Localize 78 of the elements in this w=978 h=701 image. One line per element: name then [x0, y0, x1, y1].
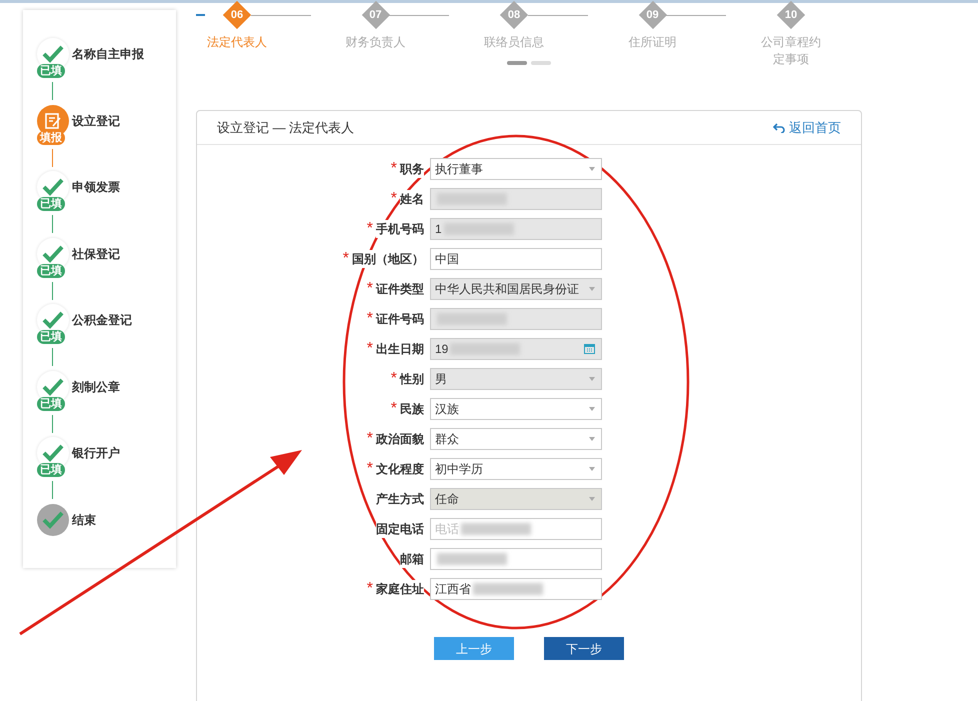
step-label: 法定代表人	[206, 34, 268, 51]
required-mark: *	[390, 189, 397, 209]
step-label: 刻制公章	[72, 378, 120, 396]
required-mark: *	[390, 159, 397, 179]
select-field[interactable]: 群众	[430, 428, 602, 450]
required-mark: *	[366, 459, 373, 479]
step-label: 设立登记	[72, 112, 120, 130]
dropdown-caret-icon	[589, 437, 595, 441]
step-label: 申领发票	[72, 179, 120, 196]
page-indicator[interactable]	[531, 61, 551, 65]
dropdown-caret-icon	[589, 407, 595, 411]
field-label: 职务	[400, 160, 424, 178]
required-mark: *	[366, 339, 373, 359]
step-number: 09	[646, 8, 659, 23]
field-label: 产生方式	[376, 490, 424, 508]
required-mark: *	[366, 309, 373, 329]
field-label: 出生日期	[376, 340, 424, 358]
required-mark: *	[390, 369, 397, 389]
step-label: 公司章程约定事项	[760, 34, 822, 68]
field-label: 固定电话	[376, 520, 424, 538]
input-field[interactable]	[430, 308, 602, 330]
required-mark: *	[366, 279, 373, 299]
field-label: 手机号码	[376, 220, 424, 238]
select-field[interactable]: 执行董事	[430, 158, 602, 180]
input-field[interactable]: 1	[430, 218, 602, 240]
status-badge: 填报	[37, 130, 65, 144]
input-field[interactable]: 中国	[430, 248, 602, 270]
select-field[interactable]: 汉族	[430, 398, 602, 420]
input-field[interactable]	[430, 548, 602, 570]
step-number: 07	[369, 8, 382, 23]
page-indicator[interactable]	[507, 61, 527, 65]
step-number: 08	[508, 8, 520, 23]
status-badge: 已填	[37, 64, 65, 78]
status-badge: 已填	[37, 330, 65, 344]
back-home-link[interactable]: 返回首页	[773, 118, 841, 138]
field-label: 家庭住址	[376, 580, 424, 598]
calendar-icon	[584, 343, 595, 354]
date-field[interactable]: 19	[430, 338, 602, 360]
required-mark: *	[342, 249, 349, 269]
status-badge: 已填	[37, 396, 65, 410]
dropdown-caret-icon	[589, 497, 595, 501]
status-badge: 已填	[37, 463, 65, 477]
step-label: 结束	[72, 512, 96, 528]
step-label: 银行开户	[72, 445, 120, 462]
dropdown-caret-icon	[589, 467, 595, 471]
required-mark: *	[390, 399, 397, 419]
step-number: 10	[784, 8, 798, 23]
select-field[interactable]: 中华人民共和国居民身份证	[430, 278, 602, 300]
step-label: 社保登记	[72, 246, 120, 262]
step-label: 财务负责人	[344, 34, 406, 51]
dropdown-caret-icon	[589, 287, 595, 291]
field-label: 性别	[400, 370, 424, 388]
required-mark: *	[366, 429, 373, 449]
select-field[interactable]: 男	[430, 368, 602, 390]
field-label: 政治面貌	[376, 430, 424, 448]
step-label: 公积金登记	[72, 312, 132, 329]
dropdown-caret-icon	[589, 167, 595, 171]
status-badge: 已填	[37, 197, 65, 211]
step-number: 06	[230, 8, 244, 23]
field-label: 民族	[400, 400, 424, 418]
field-label: 姓名	[400, 190, 424, 208]
field-label: 邮箱	[400, 550, 424, 568]
status-badge: 已填	[37, 264, 65, 278]
required-mark: *	[366, 579, 373, 599]
input-field[interactable]: 江西省	[430, 578, 602, 600]
select-field[interactable]: 初中学历	[430, 458, 602, 480]
step-label: 住所证明	[628, 34, 678, 51]
step-button[interactable]: 下一步	[544, 637, 624, 660]
dropdown-caret-icon	[589, 377, 595, 381]
field-label: 证件类型	[376, 280, 424, 298]
field-label: 文化程度	[376, 460, 424, 478]
step-label: 名称自主申报	[72, 46, 144, 63]
undo-icon	[773, 122, 785, 132]
input-field[interactable]	[430, 188, 602, 210]
field-label: 证件号码	[376, 310, 424, 328]
step-label: 联络员信息	[483, 34, 545, 51]
panel-title: 设立登记 — 法定代表人	[217, 118, 354, 137]
required-mark: *	[366, 219, 373, 239]
